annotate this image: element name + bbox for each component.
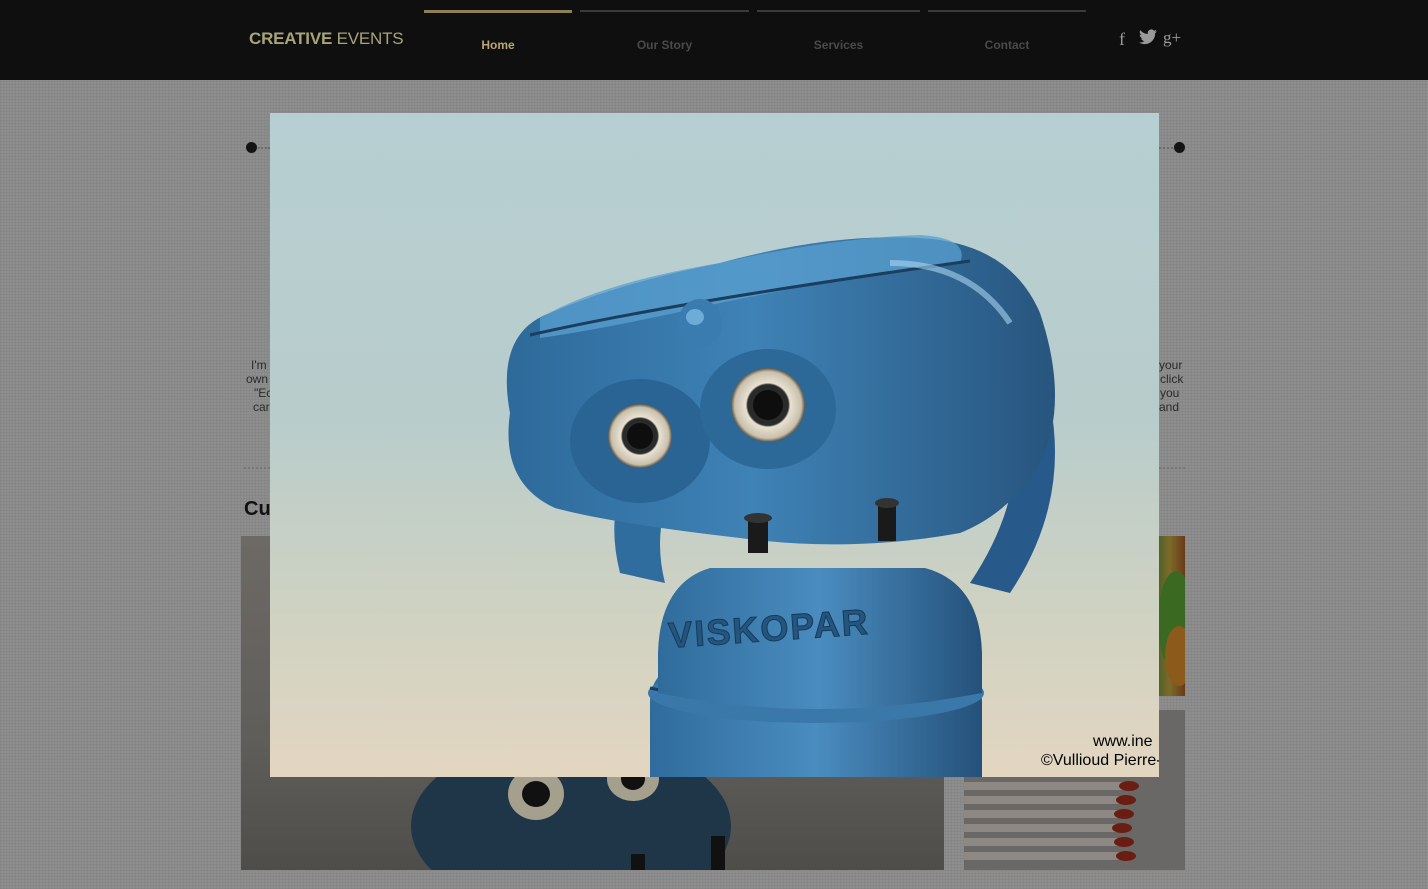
intro-text-fragment-2: own [246,372,269,386]
section-heading: Cu [244,498,271,520]
section-separator-right [1159,467,1185,469]
watermark-url: www.ine [1093,733,1153,750]
lightbox-image[interactable]: VISKOPAR www.ine ©Vullioud Pierre- [270,113,1159,777]
logo-rest-text: EVENTS [332,29,404,48]
facebook-icon[interactable]: f [1119,29,1125,49]
intro-text-fragment-5: your [1159,358,1183,372]
nav-home[interactable]: Home [424,10,572,60]
nav-contact-label: Contact [984,38,1030,52]
section-separator-left [244,467,270,469]
top-navigation-bar: CREATIVE EVENTS Home Our Story Services … [0,0,1428,80]
site-logo[interactable]: CREATIVE EVENTS [249,29,404,49]
intro-text-fragment-7: you [1160,386,1180,400]
intro-text-fragment-8: and [1159,400,1180,414]
divider-dot-left [246,142,257,153]
intro-text-fragment-1: I'm [251,358,267,372]
divider-line-left [258,147,270,149]
divider-line-right [1159,147,1173,149]
nav-our-story-label: Our Story [636,38,693,52]
nav-contact[interactable]: Contact [928,10,1086,60]
twitter-icon[interactable] [1139,29,1157,49]
nav-our-story[interactable]: Our Story [580,10,749,60]
nav-home-label: Home [481,38,515,52]
nav-services[interactable]: Services [757,10,920,60]
watermark-copyright: ©Vullioud Pierre- [1041,752,1159,769]
binocular-viewer-image: VISKOPAR [506,235,1055,777]
divider-dot-right [1174,142,1185,153]
logo-bold-text: CREATIVE [249,29,333,48]
nav-services-label: Services [813,38,864,52]
intro-text-fragment-6: click [1160,372,1184,386]
intro-text-fragment-4: car [253,400,270,414]
googleplus-icon[interactable]: g+ [1163,28,1181,48]
